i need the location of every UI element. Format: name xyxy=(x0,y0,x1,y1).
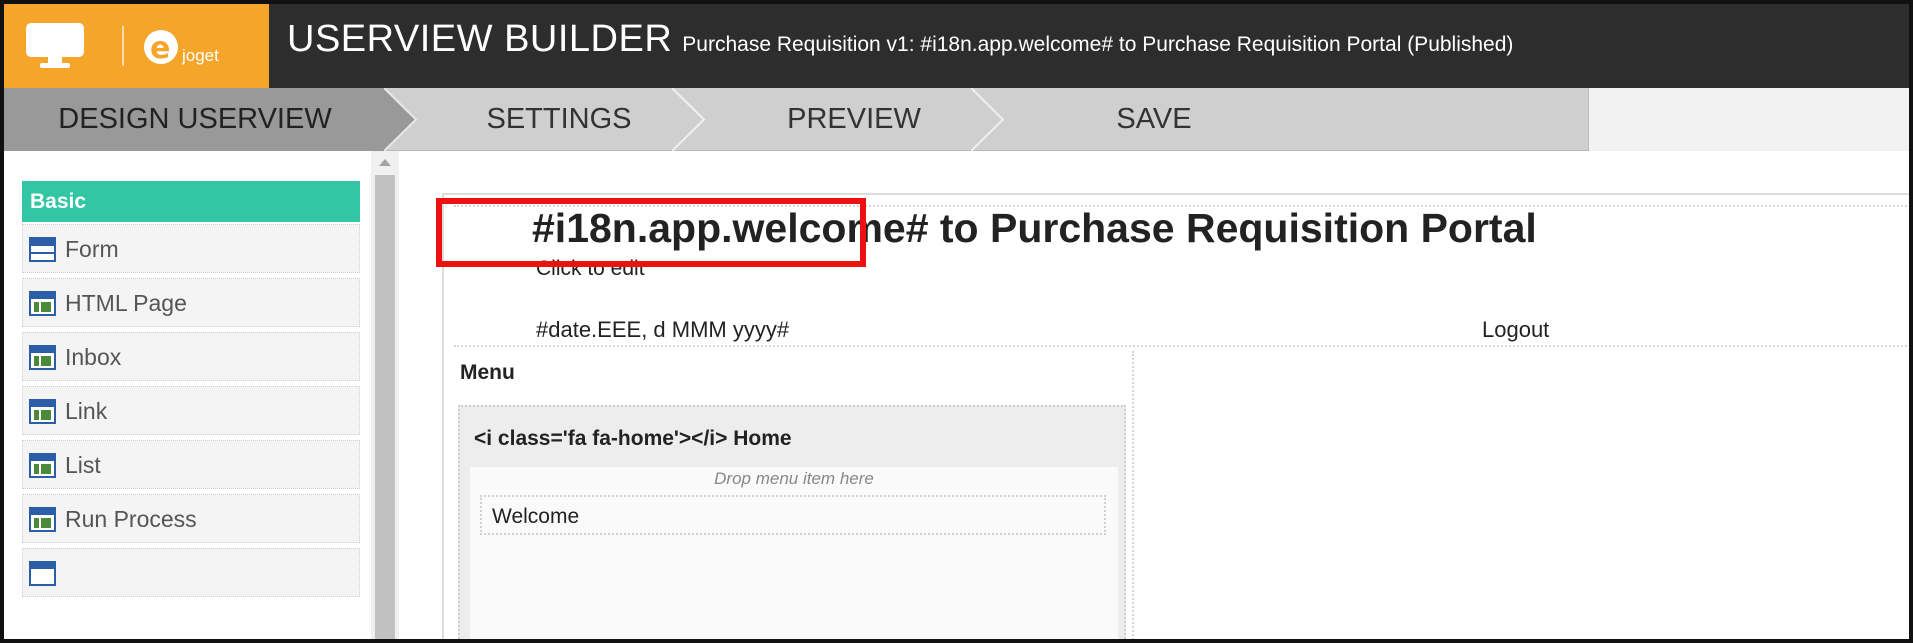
logout-link[interactable]: Logout xyxy=(1482,317,1549,343)
palette-item-label: Inbox xyxy=(65,344,122,370)
builder-title: USERVIEW BUILDER Purchase Requisition v1:… xyxy=(287,18,1513,61)
app-frame: e joget USERVIEW BUILDER Purchase Requisi… xyxy=(0,0,1913,643)
joget-logo-icon: e xyxy=(144,30,178,64)
palette-item-form[interactable]: Form xyxy=(22,224,360,273)
palette-category-basic[interactable]: Basic xyxy=(22,181,360,222)
section-divider xyxy=(454,345,1909,347)
builder-title-main: USERVIEW BUILDER xyxy=(287,18,673,60)
step-save[interactable]: SAVE xyxy=(1019,88,1289,151)
step-nav-spacer xyxy=(1588,88,1909,151)
menu-category-label[interactable]: <i class='fa fa-home'></i> Home xyxy=(474,427,792,451)
form-icon xyxy=(29,237,56,262)
logo-area[interactable]: e joget xyxy=(4,4,269,88)
step-design-userview[interactable]: DESIGN USERVIEW xyxy=(4,88,386,151)
step-navigation: DESIGN USERVIEW SETTINGS PREVIEW SAVE xyxy=(4,88,1909,151)
palette-item-icon xyxy=(29,561,56,586)
menu-item-welcome[interactable]: Welcome xyxy=(480,495,1106,535)
palette-item-label: List xyxy=(65,452,101,478)
step-settings[interactable]: SETTINGS xyxy=(424,88,694,151)
element-palette: Basic Form HTML Page Inbox Link List Run… xyxy=(4,151,399,639)
column-divider xyxy=(1132,351,1134,639)
inbox-icon xyxy=(29,345,56,370)
palette-item-inbox[interactable]: Inbox xyxy=(22,332,360,381)
builder-title-subtitle: Purchase Requisition v1: #i18n.app.welco… xyxy=(682,33,1514,56)
scrollbar-thumb[interactable] xyxy=(375,175,395,639)
palette-scrollbar[interactable] xyxy=(371,151,399,639)
date-format-text: #date.EEE, d MMM yyyy# xyxy=(536,317,790,342)
logo-divider xyxy=(122,26,124,66)
palette-item-html-page[interactable]: HTML Page xyxy=(22,278,360,327)
run-process-icon xyxy=(29,507,56,532)
menu-label: Menu xyxy=(460,361,515,384)
palette-item-label: HTML Page xyxy=(65,290,187,316)
link-icon xyxy=(29,399,56,424)
palette-item-run-process[interactable]: Run Process xyxy=(22,494,360,543)
scroll-up-icon[interactable] xyxy=(379,159,391,166)
palette-item-partial[interactable] xyxy=(22,548,360,597)
palette-item-label: Link xyxy=(65,398,108,424)
drop-hint: Drop menu item here xyxy=(714,469,874,488)
list-icon xyxy=(29,453,56,478)
menu-drop-area[interactable]: Drop menu item here Welcome xyxy=(470,467,1118,639)
highlight-box xyxy=(436,198,866,267)
palette-item-list[interactable]: List xyxy=(22,440,360,489)
html-page-icon xyxy=(29,291,56,316)
header-bar: e joget USERVIEW BUILDER Purchase Requisi… xyxy=(4,4,1909,88)
joget-logo-text: joget xyxy=(182,46,219,65)
monitor-icon xyxy=(26,23,84,68)
menu-category-home[interactable]: <i class='fa fa-home'></i> Home Drop men… xyxy=(458,405,1126,639)
step-preview[interactable]: PREVIEW xyxy=(719,88,989,151)
palette-item-link[interactable]: Link xyxy=(22,386,360,435)
palette-item-label: Form xyxy=(65,236,119,262)
palette-item-label: Run Process xyxy=(65,506,197,532)
joget-logo: e joget xyxy=(144,24,262,70)
